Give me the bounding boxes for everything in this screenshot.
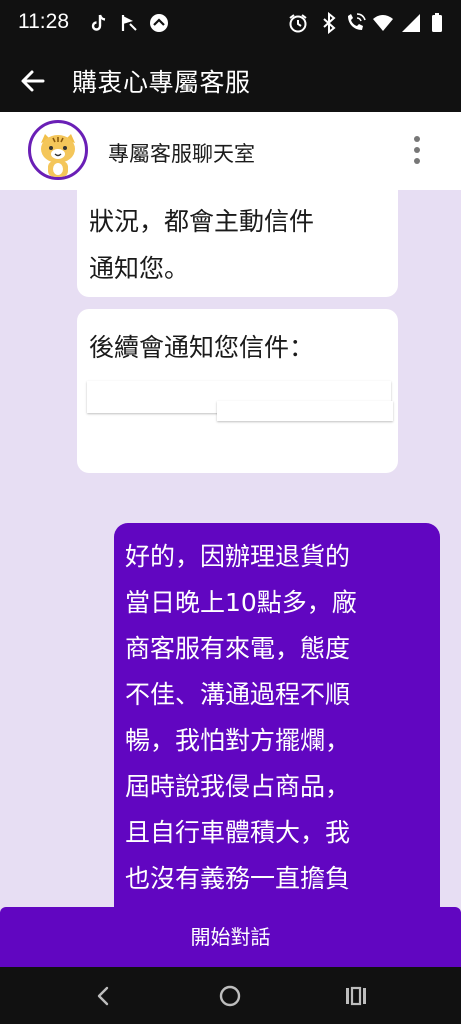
arrow-left-icon[interactable] — [16, 64, 50, 98]
message-line: 當日晚上10點多，廠 — [125, 588, 357, 617]
message-line: 通知您。 — [89, 254, 190, 283]
alarm-icon — [289, 14, 307, 33]
redacted-email-overlap — [217, 401, 393, 421]
start-chat-button[interactable]: 開始對話 — [0, 907, 461, 967]
message-line: 屆時說我侵占商品， — [125, 772, 351, 801]
recents-nav-icon[interactable] — [342, 983, 370, 1009]
pinwheel-icon — [121, 15, 137, 31]
chat-header: 專屬客服聊天室 — [0, 112, 461, 190]
agent-message: 後續會通知您信件： m喔。 — [77, 309, 398, 473]
app-bar: 購衷心專屬客服 — [0, 48, 461, 112]
home-nav-icon[interactable] — [216, 983, 244, 1009]
status-time: 11:28 — [18, 10, 69, 33]
message-line: 且自行車體積大，我 — [125, 818, 351, 847]
chat-message-list[interactable]: 狀況，都會主動信件 通知您。 後續會通知您信件： m喔。 好的，因辦理退貨的 當… — [0, 190, 461, 907]
app-title: 購衷心專屬客服 — [72, 68, 251, 97]
wifi-icon — [373, 15, 393, 31]
signal-icon — [402, 14, 420, 32]
message-line: 商客服有來電，態度 — [125, 634, 351, 663]
bluetooth-icon — [323, 12, 336, 34]
status-bar: 11:28 — [0, 0, 461, 48]
wifi-call-icon — [348, 13, 366, 30]
message-line: 暢，我怕對方擺爛， — [125, 726, 351, 755]
more-vertical-icon[interactable] — [406, 132, 428, 168]
message-line: 後續會通知您信件： — [89, 333, 315, 362]
system-nav-bar — [0, 967, 461, 1024]
chat-title: 專屬客服聊天室 — [108, 142, 255, 166]
user-message: 好的，因辦理退貨的 當日晚上10點多，廠 商客服有來電，態度 不佳、溝通過程不順… — [114, 523, 440, 907]
chat-bubble-icon — [150, 14, 168, 32]
message-line: 好的，因辦理退貨的 — [125, 542, 351, 571]
tiktok-icon — [91, 14, 106, 31]
message-line: 狀況，都會主動信件 — [89, 207, 315, 236]
battery-icon — [432, 13, 442, 32]
message-line: 不佳、溝通過程不順 — [125, 680, 351, 709]
message-line: 也沒有義務一直擔負 — [125, 864, 351, 893]
back-nav-icon[interactable] — [90, 983, 118, 1009]
tiger-mascot-avatar — [28, 120, 88, 180]
agent-message: 狀況，都會主動信件 通知您。 — [77, 190, 398, 297]
